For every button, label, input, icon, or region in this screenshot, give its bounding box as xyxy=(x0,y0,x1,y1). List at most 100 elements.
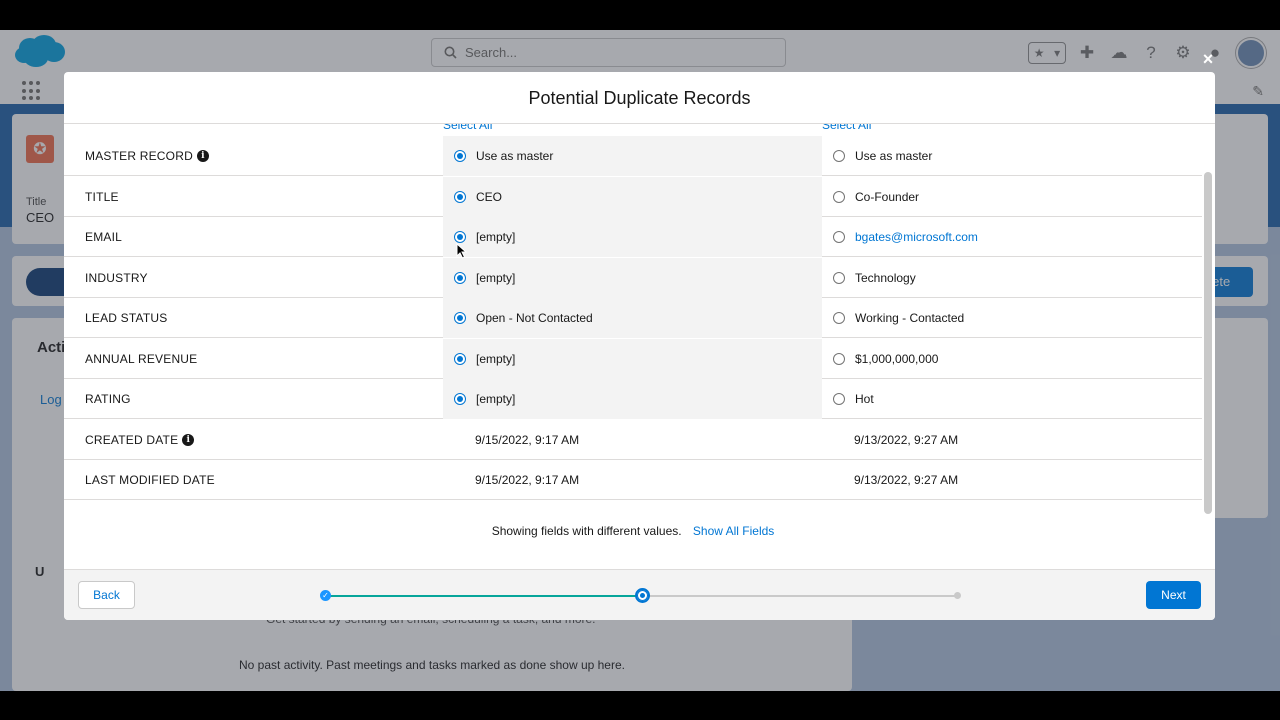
master-value-cell[interactable]: Open - Not Contacted xyxy=(443,298,822,338)
duplicate-value-cell: 9/13/2022, 9:27 AM xyxy=(822,460,1202,500)
field-label: LEAD STATUS xyxy=(85,311,167,325)
select-all-duplicate-link[interactable]: Select All xyxy=(822,124,871,132)
table-row: RATING [empty] Hot xyxy=(64,379,1202,419)
master-value-cell: 9/15/2022, 9:17 AM xyxy=(443,460,822,500)
duplicate-radio[interactable] xyxy=(833,150,845,162)
duplicate-value-cell[interactable]: Use as master xyxy=(822,136,1202,176)
merge-duplicates-modal: Potential Duplicate Records Select All S… xyxy=(64,72,1215,620)
table-row: INDUSTRY [empty] Technology xyxy=(64,257,1202,298)
next-button[interactable]: Next xyxy=(1146,581,1201,609)
step-upcoming[interactable] xyxy=(954,592,961,599)
field-label: ANNUAL REVENUE xyxy=(85,352,197,366)
field-value: Co-Founder xyxy=(855,189,920,204)
info-icon[interactable]: i xyxy=(182,433,195,446)
master-radio[interactable] xyxy=(454,352,466,365)
table-row: ANNUAL REVENUE [empty] $1,000,000,000 xyxy=(64,338,1202,379)
field-label-text: CREATED DATE xyxy=(85,432,179,447)
field-value: 9/15/2022, 9:17 AM xyxy=(475,473,580,487)
fields-note-text: Showing fields with different values. xyxy=(491,524,682,538)
field-value: Use as master xyxy=(476,149,554,163)
modal-header: Potential Duplicate Records xyxy=(64,72,1215,124)
master-value-cell[interactable]: [empty] xyxy=(443,257,822,298)
duplicate-value-cell[interactable]: Technology xyxy=(822,258,1202,298)
master-radio[interactable] xyxy=(454,393,466,405)
modal-scrollbar[interactable] xyxy=(1204,172,1212,514)
duplicate-radio[interactable] xyxy=(833,271,845,284)
close-icon[interactable]: × xyxy=(1198,49,1218,69)
duplicate-radio[interactable] xyxy=(833,352,845,365)
field-label-text: MASTER RECORD xyxy=(85,149,193,163)
show-all-fields-link[interactable]: Show All Fields xyxy=(693,524,774,538)
table-row: MASTER RECORD i Use as master Use as master xyxy=(64,136,1202,176)
field-label: MASTER RECORD i xyxy=(85,149,209,163)
field-label-text: ANNUAL REVENUE xyxy=(85,351,198,366)
info-icon[interactable]: i xyxy=(196,150,209,162)
duplicate-radio[interactable] xyxy=(833,393,845,405)
letterbox-bottom xyxy=(0,691,1280,720)
field-label: CREATED DATE i xyxy=(85,432,195,447)
progress-track-remaining xyxy=(642,595,956,597)
field-value: Technology xyxy=(855,270,916,285)
field-value[interactable]: bgates@microsoft.com xyxy=(855,230,978,244)
table-row: CREATED DATE i 9/15/2022, 9:17 AM 9/13/2022… xyxy=(64,420,1202,460)
duplicate-value-cell[interactable]: Co-Founder xyxy=(822,177,1202,217)
field-value: 9/13/2022, 9:27 AM xyxy=(854,432,959,447)
field-label: INDUSTRY xyxy=(85,271,148,285)
duplicate-value-cell: 9/13/2022, 9:27 AM xyxy=(822,420,1202,460)
table-row: LEAD STATUS Open - Not Contacted Working -… xyxy=(64,298,1202,338)
field-label-text: LEAD STATUS xyxy=(85,311,168,325)
duplicate-radio[interactable] xyxy=(833,312,845,324)
field-label-text: EMAIL xyxy=(85,230,123,244)
field-value: Use as master xyxy=(855,149,933,163)
table-row: EMAIL [empty] bgates@microsoft.com xyxy=(64,217,1202,257)
field-value: $1,000,000,000 xyxy=(855,351,939,366)
duplicate-value-cell[interactable]: bgates@microsoft.com xyxy=(822,217,1202,257)
mouse-pointer-icon xyxy=(456,243,468,259)
field-label-text: INDUSTRY xyxy=(85,270,148,285)
master-radio[interactable] xyxy=(454,190,466,203)
modal-footer: Back ✓ Next xyxy=(64,569,1215,620)
master-value-cell: 9/15/2022, 9:17 AM xyxy=(443,420,822,460)
field-label: RATING xyxy=(85,392,131,406)
master-value-cell[interactable]: [empty] xyxy=(443,217,822,257)
field-value: 9/15/2022, 9:17 AM xyxy=(475,432,580,447)
master-radio[interactable] xyxy=(454,312,466,324)
field-value: 9/13/2022, 9:27 AM xyxy=(854,473,959,487)
duplicate-value-cell[interactable]: Working - Contacted xyxy=(822,298,1202,338)
letterbox-top xyxy=(0,0,1280,30)
modal-body: Select All Select All MASTER RECORD i Use … xyxy=(64,124,1215,569)
master-value-cell[interactable]: [empty] xyxy=(443,338,822,379)
modal-title: Potential Duplicate Records xyxy=(528,88,751,108)
field-value: [empty] xyxy=(476,351,516,366)
duplicate-value-cell[interactable]: $1,000,000,000 xyxy=(822,339,1202,379)
master-value-cell[interactable]: [empty] xyxy=(443,379,822,419)
master-radio[interactable] xyxy=(454,271,466,284)
duplicate-radio[interactable] xyxy=(833,190,845,203)
back-button[interactable]: Back xyxy=(78,581,135,609)
master-value-cell[interactable]: Use as master xyxy=(443,136,822,176)
step-current[interactable] xyxy=(635,588,650,603)
field-value: CEO xyxy=(476,189,503,204)
master-value-cell[interactable]: CEO xyxy=(443,176,822,217)
master-radio[interactable] xyxy=(454,150,466,162)
table-row: TITLE CEO Co-Founder xyxy=(64,176,1202,217)
step-complete-check-icon[interactable]: ✓ xyxy=(320,590,331,601)
field-value: Working - Contacted xyxy=(855,311,965,325)
select-all-master-link[interactable]: Select All xyxy=(443,124,492,132)
field-value: [empty] xyxy=(476,270,516,285)
progress-indicator: ✓ xyxy=(320,588,962,603)
master-radio[interactable] xyxy=(454,231,466,243)
field-value: Open - Not Contacted xyxy=(476,311,593,325)
field-label: TITLE xyxy=(85,190,119,204)
table-row: LAST MODIFIED DATE 9/15/2022, 9:17 AM 9/13… xyxy=(64,460,1202,500)
field-value: Hot xyxy=(855,392,874,406)
fields-note: Showing fields with different values. Sh… xyxy=(64,524,1202,538)
duplicate-value-cell[interactable]: Hot xyxy=(822,379,1202,419)
field-label: EMAIL xyxy=(85,230,122,244)
field-label-text: RATING xyxy=(85,392,131,406)
field-value: [empty] xyxy=(476,230,516,244)
field-label-text: LAST MODIFIED DATE xyxy=(85,473,215,487)
duplicate-radio[interactable] xyxy=(833,231,845,243)
field-label-text: TITLE xyxy=(85,189,119,204)
field-value: [empty] xyxy=(476,392,516,406)
